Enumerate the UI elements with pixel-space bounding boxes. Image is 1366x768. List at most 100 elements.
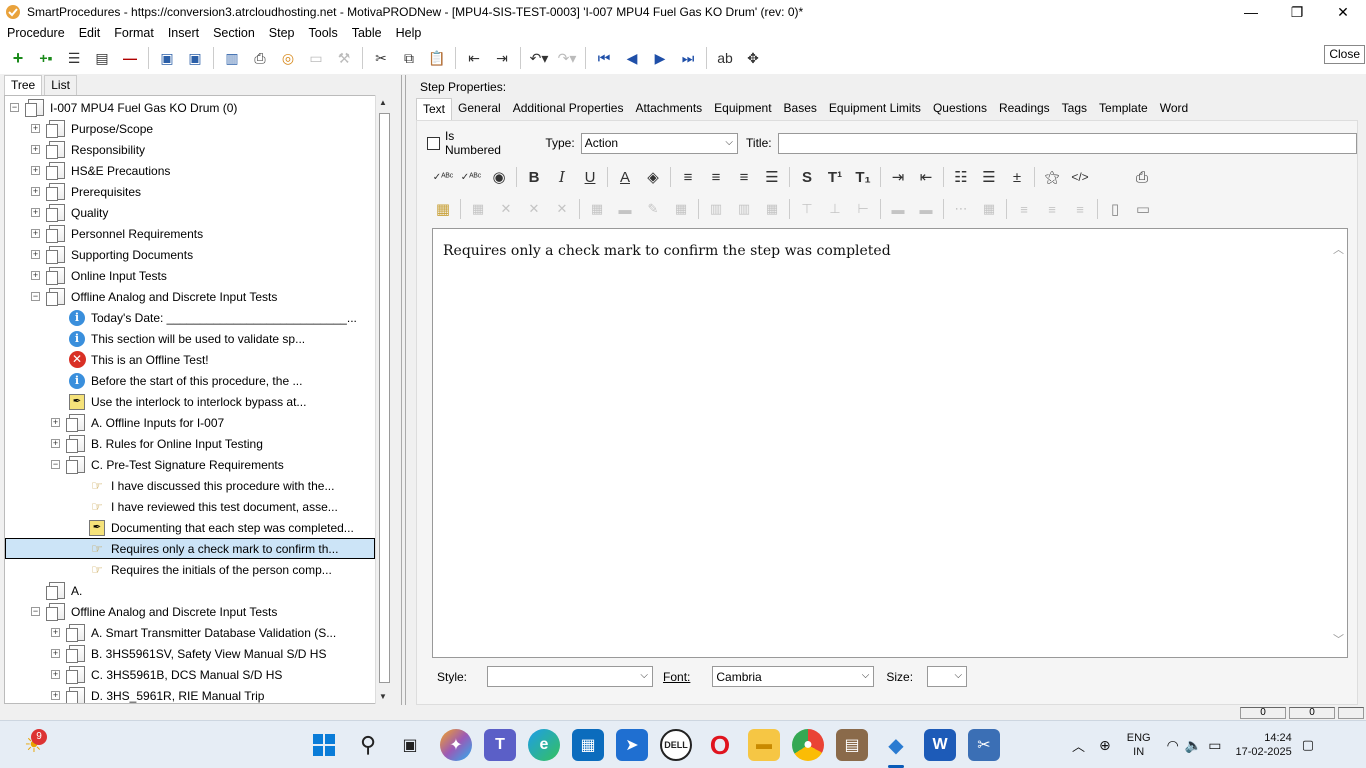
font-select[interactable]: Cambria ⌵ [712,666,875,687]
magic-wand-icon[interactable]: ⚝ [1040,165,1064,189]
tree-node[interactable]: + Supporting Documents [31,244,193,265]
italic-icon[interactable]: I [550,165,574,189]
teams-icon[interactable]: T [484,729,516,761]
tab-equipment[interactable]: Equipment [708,98,777,120]
tree-node[interactable]: + Quality [31,202,108,223]
snipping-tool-icon[interactable]: ✂ [968,729,1000,761]
battery-icon[interactable]: ▭ [1208,737,1221,754]
dell-icon[interactable]: DELL [660,729,692,761]
last-icon[interactable]: ⏭ [677,47,699,69]
scroll-down-icon[interactable]: ▼ [379,692,387,701]
menu-help[interactable]: Help [389,26,429,40]
font-color-icon[interactable]: A [613,165,637,189]
tab-text[interactable]: Text [416,98,453,120]
outdent-icon[interactable]: ⇥ [491,47,513,69]
tree-node[interactable]: A. [31,580,82,601]
expand-icon[interactable]: + [31,166,40,175]
editor-content[interactable]: Requires only a check mark to confirm th… [443,243,891,259]
undo-icon[interactable]: ↶▾ [528,47,550,69]
expand-icon[interactable]: + [51,691,60,700]
copilot-icon[interactable]: ✦ [440,729,472,761]
html-source-icon[interactable]: </> [1068,165,1092,189]
tree-node[interactable]: ✕ This is an Offline Test! [51,349,209,370]
collapse-icon[interactable]: − [10,103,19,112]
expand-icon[interactable]: + [31,208,40,217]
superscript-icon[interactable]: T¹ [823,165,847,189]
spell-icon[interactable]: ab [714,47,736,69]
expand-icon[interactable]: + [31,187,40,196]
link-icon[interactable]: ◎ [277,47,299,69]
expand-icon[interactable]: + [51,439,60,448]
spell-check-icon[interactable]: ✓ᴬᴮᶜ [431,165,455,189]
tree-node[interactable]: ☞ I have discussed this procedure with th… [71,475,334,496]
restore-button[interactable]: ❐ [1274,0,1320,24]
close-button[interactable]: Close [1324,45,1365,64]
chrome-icon[interactable]: ● [792,729,824,761]
windows-start-icon[interactable] [308,729,340,761]
tree-node[interactable]: − I-007 MPU4 Fuel Gas KO Drum (0) [10,97,237,118]
expand-icon[interactable]: + [31,229,40,238]
highlight-icon[interactable]: ◉ [487,165,511,189]
cell-edit-icon[interactable]: ✎ [641,197,665,221]
export-icon[interactable]: ▥ [221,47,243,69]
tree-node[interactable]: ☞ I have reviewed this test document, ass… [71,496,338,517]
editor-scroll-up-icon[interactable]: ︿ [1333,241,1344,257]
delete-row-icon[interactable]: ✕ [522,197,546,221]
smartprocedures-icon[interactable]: ◆ [880,729,912,761]
panel-splitter[interactable] [401,75,406,705]
menu-procedure[interactable]: Procedure [0,26,72,40]
cell-icon[interactable]: ▦ [585,197,609,221]
menu-step[interactable]: Step [262,26,302,40]
tree-node[interactable]: + HS&E Precautions [31,160,170,181]
wifi-icon[interactable]: ◠ [1167,737,1179,754]
bullet-list-icon[interactable]: ☷ [949,165,973,189]
tab-tags[interactable]: Tags [1056,98,1093,120]
tab-bases[interactable]: Bases [778,98,823,120]
title-input[interactable] [777,132,1357,154]
tab-general[interactable]: General [452,98,507,120]
list-icon[interactable]: ☰ [63,47,85,69]
tree-node[interactable]: ☞ Requires the initials of the person com… [71,559,332,580]
language-indicator[interactable]: ENG IN [1127,731,1151,759]
align-bottom-icon[interactable]: ≡ [1068,197,1092,221]
column-grid-icon[interactable]: ▦ [760,197,784,221]
opera-icon[interactable]: O [704,729,736,761]
tree-node[interactable]: + A. Offline Inputs for I-007 [51,412,224,433]
copy-icon[interactable]: ⧉ [398,47,420,69]
column-width-icon[interactable]: ▯ [1103,197,1127,221]
row-below-icon[interactable]: ⊥ [823,197,847,221]
size-select[interactable]: ⌵ [927,666,968,687]
spell-check-auto-icon[interactable]: ✓ᴬᴮᶜ [459,165,483,189]
store-icon[interactable]: ▦ [572,729,604,761]
network-status-icon[interactable]: ⊕ [1099,737,1111,754]
underline-icon[interactable]: U [578,165,602,189]
tree-scrollbar[interactable]: ▲ ▼ [375,95,392,704]
expand-icon[interactable]: + [31,145,40,154]
horizontal-line-icon[interactable]: ± [1005,165,1029,189]
table-properties-icon[interactable]: ▦ [466,197,490,221]
save-all-icon[interactable]: ▣ [156,47,178,69]
expand-icon[interactable]: + [31,250,40,259]
tree-node[interactable]: + B. 3HS5961SV, Safety View Manual S/D HS [51,643,326,664]
row-above-icon[interactable]: ⊤ [795,197,819,221]
previous-icon[interactable]: ◀ [621,47,643,69]
move-icon[interactable]: ✥ [742,47,764,69]
cut-icon[interactable]: ✂ [370,47,392,69]
tab-additional-properties[interactable]: Additional Properties [507,98,630,120]
tree-node[interactable]: + Prerequisites [31,181,141,202]
split-cells-icon[interactable]: ▬ [914,197,938,221]
remove-icon[interactable]: — [119,47,141,69]
tree-node[interactable]: + B. Rules for Online Input Testing [51,433,263,454]
tab-equipment-limits[interactable]: Equipment Limits [823,98,927,120]
tree-node[interactable]: + A. Smart Transmitter Database Validatio… [51,622,336,643]
tree-node[interactable]: ☞ Requires only a check mark to confirm t… [5,538,375,559]
power-automate-icon[interactable]: ➤ [616,729,648,761]
menu-section[interactable]: Section [206,26,262,40]
edge-icon[interactable]: e [528,729,560,761]
row-height-icon[interactable]: ▭ [1131,197,1155,221]
indent-icon[interactable]: ⇤ [463,47,485,69]
cell-split-icon[interactable]: ▦ [669,197,693,221]
tree-node[interactable]: i Today's Date: _________________________… [51,307,357,328]
minimize-button[interactable]: — [1228,0,1274,24]
menu-tools[interactable]: Tools [302,26,345,40]
